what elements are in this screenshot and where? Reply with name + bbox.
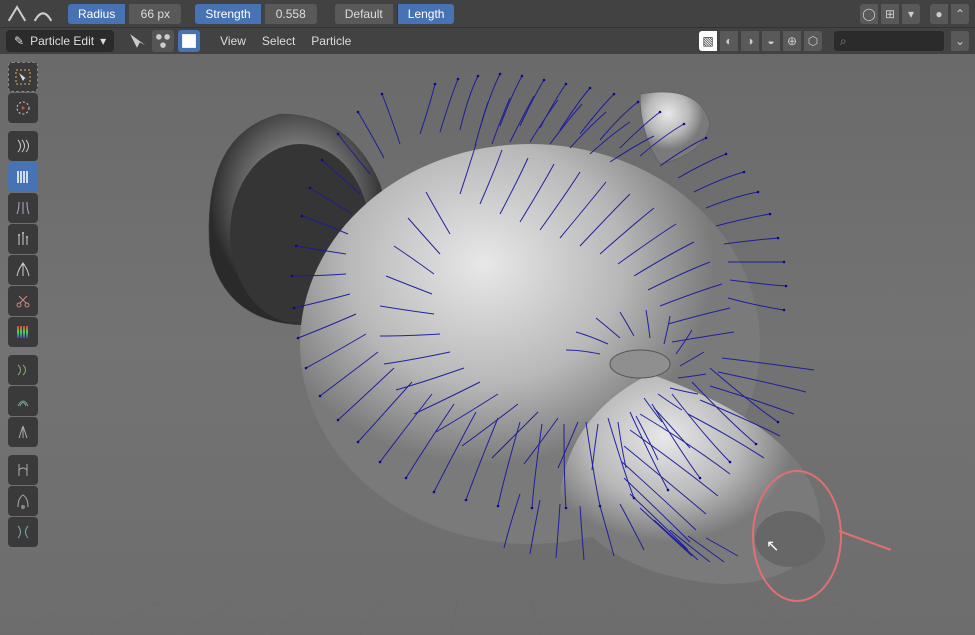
header-right-cluster: ◯ ⊞ ▾ ● ⌃ (860, 4, 969, 24)
menu-select[interactable]: Select (256, 34, 301, 48)
editor-header: ✎ Particle Edit ▾ View Select Particle ▧… (0, 27, 975, 54)
tool-puff[interactable] (8, 255, 38, 285)
search-input[interactable]: ⌕ (834, 31, 944, 51)
tool-comb[interactable] (8, 131, 38, 161)
length-button[interactable]: Length (397, 4, 455, 24)
scene-content (0, 54, 975, 635)
tool-extra-1[interactable] (8, 355, 38, 385)
tool-select-box[interactable] (8, 62, 38, 92)
overlay-icon-1[interactable]: ◯ (860, 4, 878, 24)
mode-selector[interactable]: ✎ Particle Edit ▾ (6, 30, 114, 52)
overlay-icon-2[interactable]: ⊞ (881, 4, 899, 24)
search-icon: ⌕ (840, 34, 847, 49)
menu-view[interactable]: View (214, 34, 252, 48)
tool-cut[interactable] (8, 286, 38, 316)
radius-value[interactable]: 66 px (129, 4, 181, 24)
menu-particle[interactable]: Particle (305, 34, 357, 48)
select-mode-3-icon[interactable] (178, 30, 200, 52)
header2-right-cluster: ▧ ◐ ◑ ◒ ⊕ ⬡ ⌕ ⌄ (699, 31, 969, 51)
tool-extra-5[interactable] (8, 486, 38, 516)
default-button[interactable]: Default (335, 4, 393, 24)
tool-header: Radius 66 px Strength 0.558 Default Leng… (0, 0, 975, 27)
display-icon-3[interactable]: ◑ (741, 31, 759, 51)
strength-label[interactable]: Strength (195, 4, 260, 24)
tool-extra-6[interactable] (8, 517, 38, 547)
tool-shelf (8, 62, 38, 553)
tool-extra-2[interactable] (8, 386, 38, 416)
filter-dropdown[interactable]: ⌄ (951, 31, 969, 51)
strength-value[interactable]: 0.558 (265, 4, 317, 24)
brush-falloff-icon[interactable] (6, 3, 28, 25)
viewport-3d[interactable]: ↖ (0, 54, 975, 635)
shading-icon-1[interactable]: ● (930, 4, 948, 24)
select-mode-2-icon[interactable] (152, 30, 174, 52)
display-icon-1[interactable]: ▧ (699, 31, 717, 51)
tool-smooth[interactable] (8, 162, 38, 192)
tool-length[interactable] (8, 224, 38, 254)
radius-label[interactable]: Radius (68, 4, 125, 24)
tool-extra-4[interactable] (8, 455, 38, 485)
display-icon-6[interactable]: ⬡ (804, 31, 822, 51)
chevron-down-icon: ▾ (100, 34, 106, 48)
tool-extra-3[interactable] (8, 417, 38, 447)
pencil-icon: ✎ (14, 34, 24, 48)
display-icon-2[interactable]: ◐ (720, 31, 738, 51)
display-icon-4[interactable]: ◒ (762, 31, 780, 51)
display-icon-5[interactable]: ⊕ (783, 31, 801, 51)
tool-add[interactable] (8, 193, 38, 223)
mode-label: Particle Edit (30, 34, 94, 48)
brush-curve-icon[interactable] (32, 3, 54, 25)
select-mode-1-icon[interactable] (126, 30, 148, 52)
shading-dropdown-icon[interactable]: ⌃ (951, 4, 969, 24)
tool-weight[interactable] (8, 317, 38, 347)
overlay-dropdown-icon[interactable]: ▾ (902, 4, 920, 24)
tool-cursor-3d[interactable] (8, 93, 38, 123)
